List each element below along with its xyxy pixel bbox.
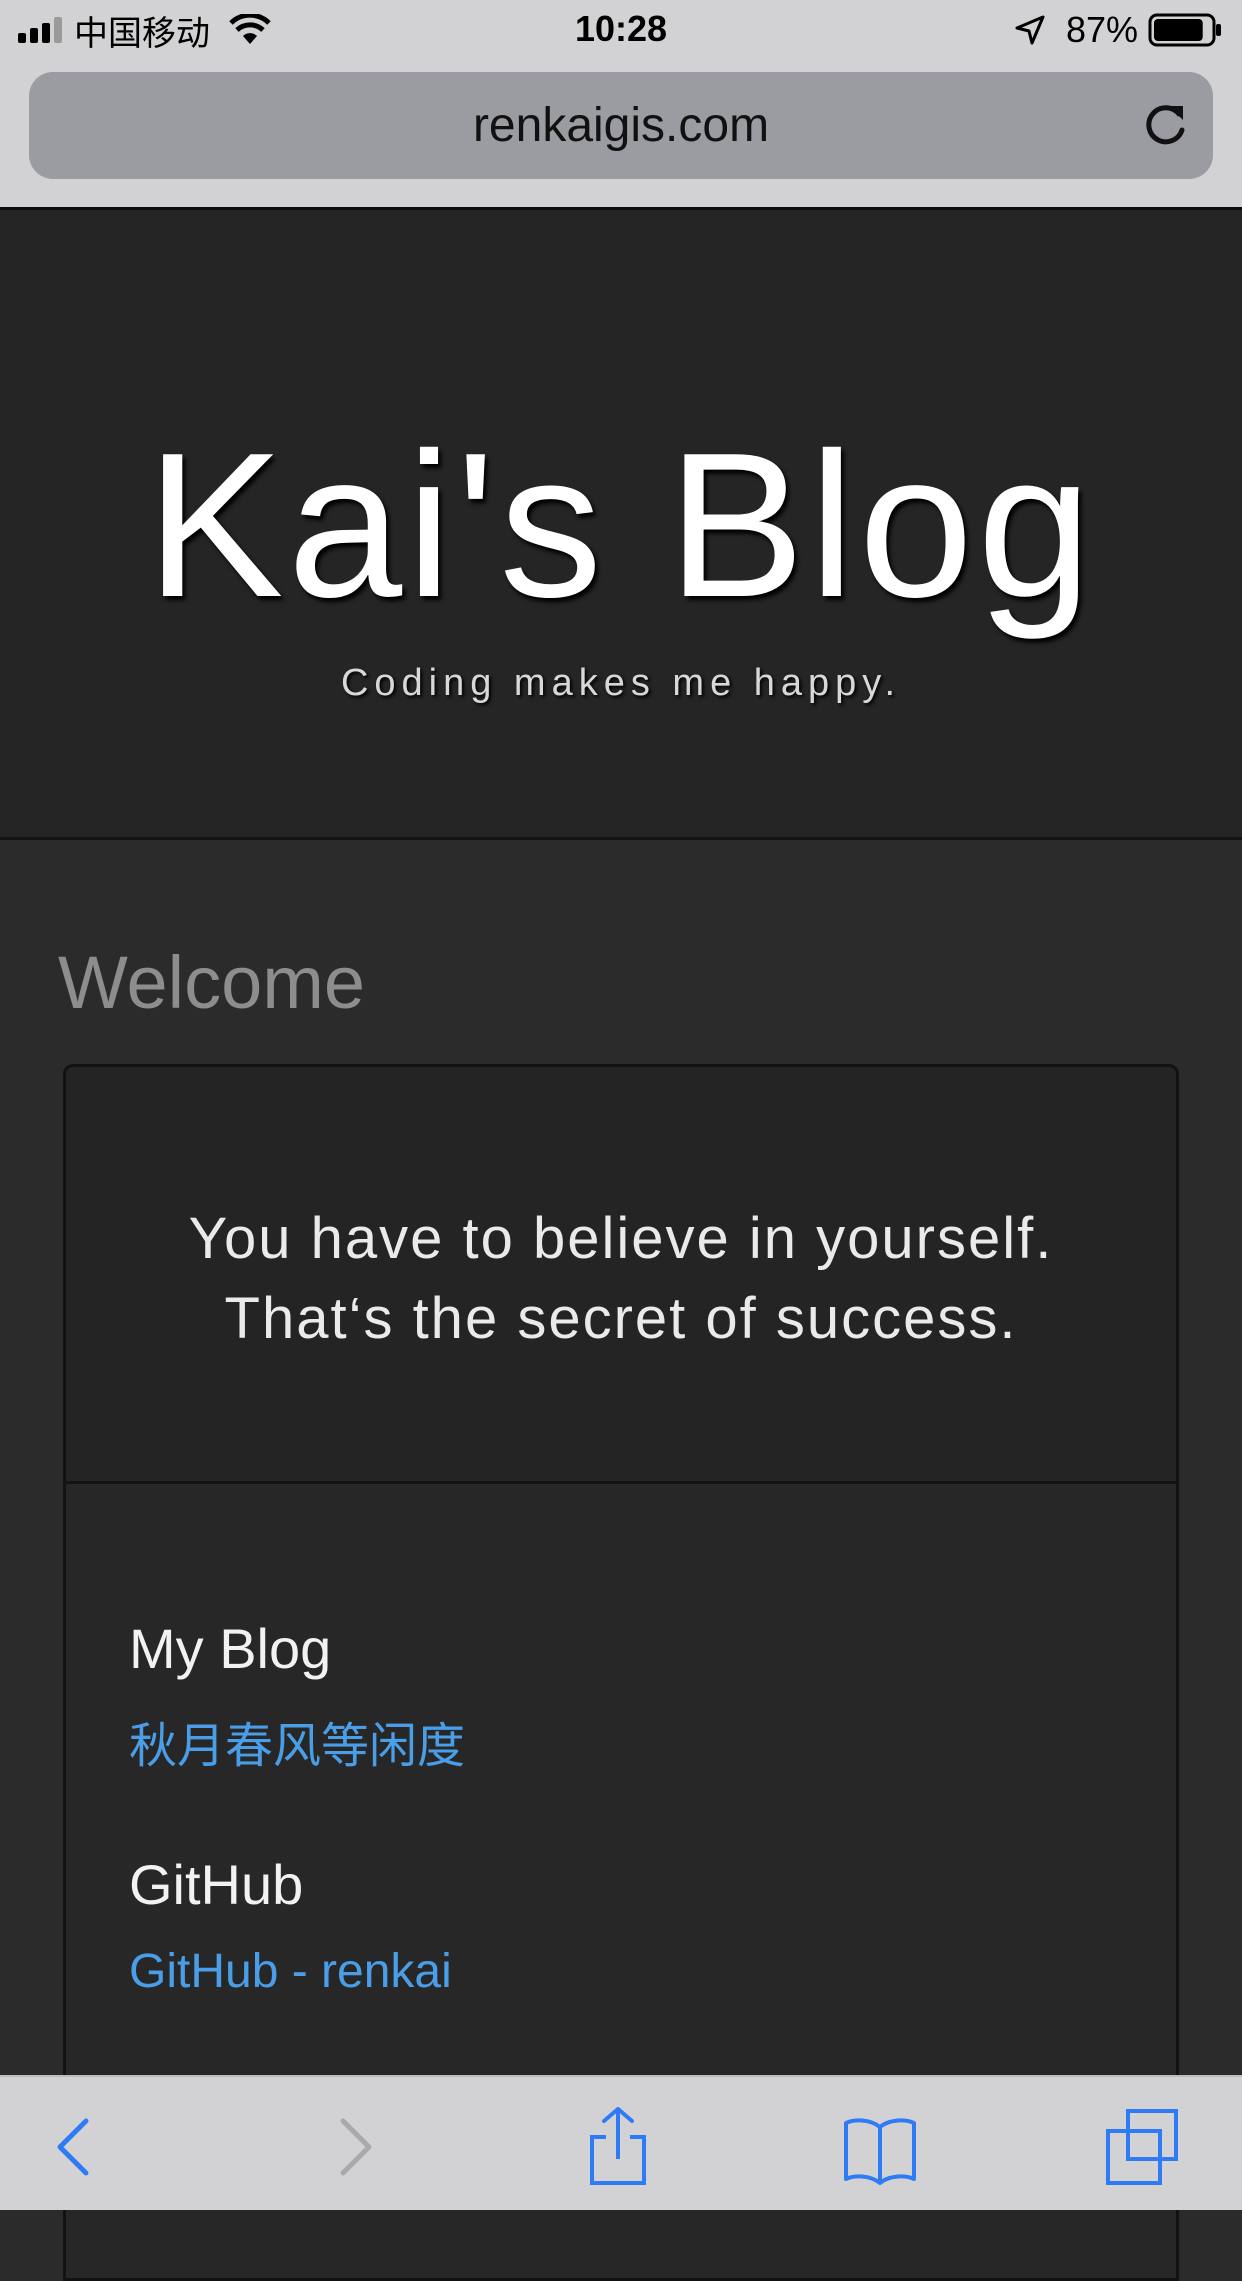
share-icon[interactable] — [578, 2107, 658, 2187]
bookmarks-icon[interactable] — [840, 2107, 920, 2187]
blog-header: Kai's Blog Coding makes me happy. — [0, 210, 1242, 840]
location-icon — [1015, 15, 1045, 45]
quote-line-2: That‘s the secret of success. — [224, 1286, 1018, 1351]
blog-subtitle: Coding makes me happy. — [340, 662, 902, 704]
github-link[interactable]: GitHub - renkai — [129, 1944, 452, 1999]
status-right: 87% — [1014, 9, 1224, 50]
blog-link[interactable]: 秋月春风等闲度 — [129, 1706, 465, 1776]
quote-line-1: You have to believe in yourself. — [188, 1206, 1054, 1271]
url-text[interactable]: renkaigis.com — [29, 72, 1213, 179]
quote-card: You have to believe in yourself. That‘s … — [63, 1064, 1179, 1484]
quote-text: You have to believe in yourself. That‘s … — [66, 1199, 1176, 1359]
address-bar[interactable]: renkaigis.com — [29, 72, 1213, 179]
reload-icon[interactable] — [1139, 100, 1191, 152]
battery-icon — [1148, 13, 1221, 47]
forward-icon[interactable] — [313, 2107, 393, 2187]
github-heading: GitHub — [129, 1853, 304, 1916]
browser-address-area: renkaigis.com — [0, 60, 1242, 210]
browser-toolbar — [0, 2075, 1242, 2210]
blog-title: Kai's Blog — [146, 410, 1096, 640]
battery-percentage: 87% — [1065, 9, 1138, 50]
status-bar: 中国移动 10:28 87% — [0, 0, 1242, 60]
section-title: Welcome — [58, 941, 366, 1024]
back-icon[interactable] — [38, 2107, 118, 2187]
blog-heading: My Blog — [129, 1617, 332, 1680]
tabs-icon[interactable] — [1102, 2107, 1182, 2187]
